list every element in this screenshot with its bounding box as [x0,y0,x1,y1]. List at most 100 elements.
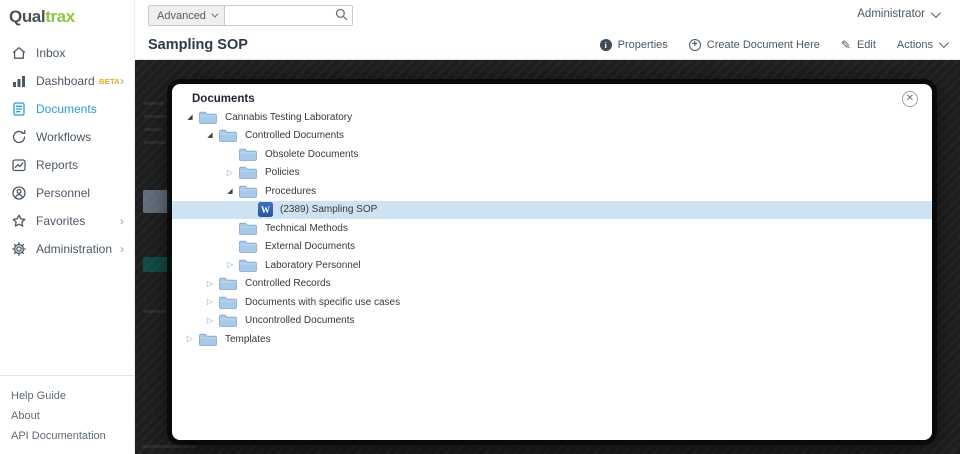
advanced-search-dropdown[interactable]: Advanced [148,5,225,26]
sidebar-item-workflows[interactable]: Workflows [0,123,134,151]
tree-item-label: Controlled Records [245,278,331,289]
tree-row[interactable]: ◢ Cannabis Testing Laboratory [172,108,932,127]
create-label: Create Document Here [707,39,820,51]
sidebar-item-documents[interactable]: Documents [0,95,134,123]
document-tree: ◢ Cannabis Testing Laboratory ◢ Controll… [172,108,932,349]
documents-icon [11,101,27,117]
tree-item-label: External Documents [265,241,355,252]
modal-overlay: Documents ✕ ◢ Cannabis Testing Laborator… [135,60,960,454]
tree-item-label: Cannabis Testing Laboratory [225,112,352,123]
tree-row[interactable]: ◢ Procedures [172,182,932,201]
tree-row[interactable]: ◢ Controlled Documents [172,127,932,146]
sidebar-item-favorites[interactable]: Favorites › [0,207,134,235]
chevron-right-icon: › [120,243,124,255]
tree-row-selected[interactable]: W (2389) Sampling SOP [172,201,932,220]
chevron-down-icon [931,8,941,18]
actions-label: Actions [897,39,933,51]
actions-dropdown[interactable]: Actions [897,39,946,51]
properties-button[interactable]: i Properties [600,39,668,51]
expander-icon[interactable]: ◢ [182,114,198,121]
folder-icon [238,239,258,254]
help-guide-link[interactable]: Help Guide [11,386,134,406]
logo-text-green: trax [45,7,75,26]
close-icon[interactable]: ✕ [902,91,918,107]
sidebar-item-label: Dashboard [36,74,95,88]
tree-item-label: Laboratory Personnel [265,260,361,271]
tree-row[interactable]: Technical Methods [172,219,932,238]
search-bar: Advanced [148,5,353,26]
folder-icon [218,295,238,310]
expander-icon[interactable]: ▷ [182,335,198,343]
sidebar-item-label: Inbox [36,46,124,60]
sidebar-item-inbox[interactable]: Inbox [0,39,134,67]
expander-icon[interactable]: ◢ [222,188,238,195]
tree-item-label: Controlled Documents [245,130,344,141]
expander-icon[interactable]: ▷ [222,169,238,177]
expander-icon[interactable]: ▷ [202,280,218,288]
word-doc-icon: W [258,202,273,217]
word-doc-icon: W [258,202,273,217]
search-icon[interactable] [335,8,348,26]
chevron-right-icon: › [120,215,124,227]
sidebar-item-reports[interactable]: Reports [0,151,134,179]
folder-icon [218,276,238,291]
about-link[interactable]: About [11,406,134,426]
tree-item-label: (2389) Sampling SOP [280,204,377,215]
sidebar-footer: Help Guide About API Documentation [0,375,134,446]
sidebar-item-administration[interactable]: Administration › [0,235,134,263]
qualtrax-logo[interactable]: Qualtrax [0,0,134,27]
api-documentation-link[interactable]: API Documentation [11,426,134,446]
tree-row[interactable]: ▷ Uncontrolled Documents [172,312,932,331]
personnel-icon [11,185,27,201]
tree-row[interactable]: ▷ Documents with specific use cases [172,293,932,312]
advanced-label: Advanced [157,10,206,22]
tree-row[interactable]: ▷ Controlled Records [172,275,932,294]
tree-row[interactable]: ▷ Laboratory Personnel [172,256,932,275]
documents-modal: Documents ✕ ◢ Cannabis Testing Laborator… [172,84,932,440]
tree-item-label: Obsolete Documents [265,149,358,160]
page-title: Sampling SOP [135,37,600,53]
search-field-wrap [225,5,353,26]
folder-icon [198,110,218,125]
tree-item-label: Technical Methods [265,223,348,234]
expander-icon[interactable]: ◢ [202,132,218,139]
create-document-here-button[interactable]: + Create Document Here [689,39,820,51]
sidebar-item-label: Workflows [36,130,124,144]
tree-item-label: Documents with specific use cases [245,297,400,308]
sidebar-item-label: Administration [36,242,120,256]
chevron-right-icon: › [120,75,124,87]
administration-icon [11,241,27,257]
tree-row[interactable]: ▷ Policies [172,164,932,183]
beta-badge: BETA [99,77,120,86]
tree-row[interactable]: ▷ Templates [172,330,932,349]
chevron-down-icon [211,11,218,18]
top-bar: Advanced Administrator [135,0,960,30]
edit-button[interactable]: ✎ Edit [841,38,876,52]
reports-icon [11,157,27,173]
modal-title: Documents [192,93,255,105]
folder-icon [238,165,258,180]
dimmed-content [144,102,164,105]
dimmed-content [144,141,166,144]
tree-row[interactable]: Obsolete Documents [172,145,932,164]
expander-icon[interactable]: ▷ [202,298,218,306]
tree-item-label: Policies [265,167,299,178]
logo-text-dark: Qual [9,7,45,26]
tree-row[interactable]: External Documents [172,238,932,257]
edit-label: Edit [857,39,876,51]
title-bar: Sampling SOP i Properties + Create Docum… [135,30,960,60]
pencil-icon: ✎ [841,38,851,52]
search-input[interactable] [225,5,353,26]
expander-icon[interactable]: ▷ [222,261,238,269]
chevron-down-icon [939,38,949,48]
sidebar-item-personnel[interactable]: Personnel [0,179,134,207]
expander-icon[interactable]: ▷ [202,317,218,325]
favorites-icon [11,213,27,229]
dimmed-content [143,257,173,272]
user-menu-administrator[interactable]: Administrator [857,8,938,20]
sidebar-item-label: Personnel [36,186,124,200]
dashboard-icon [11,73,27,89]
folder-icon [218,313,238,328]
sidebar-item-dashboard[interactable]: Dashboard BETA › [0,67,134,95]
folder-icon [238,147,258,162]
